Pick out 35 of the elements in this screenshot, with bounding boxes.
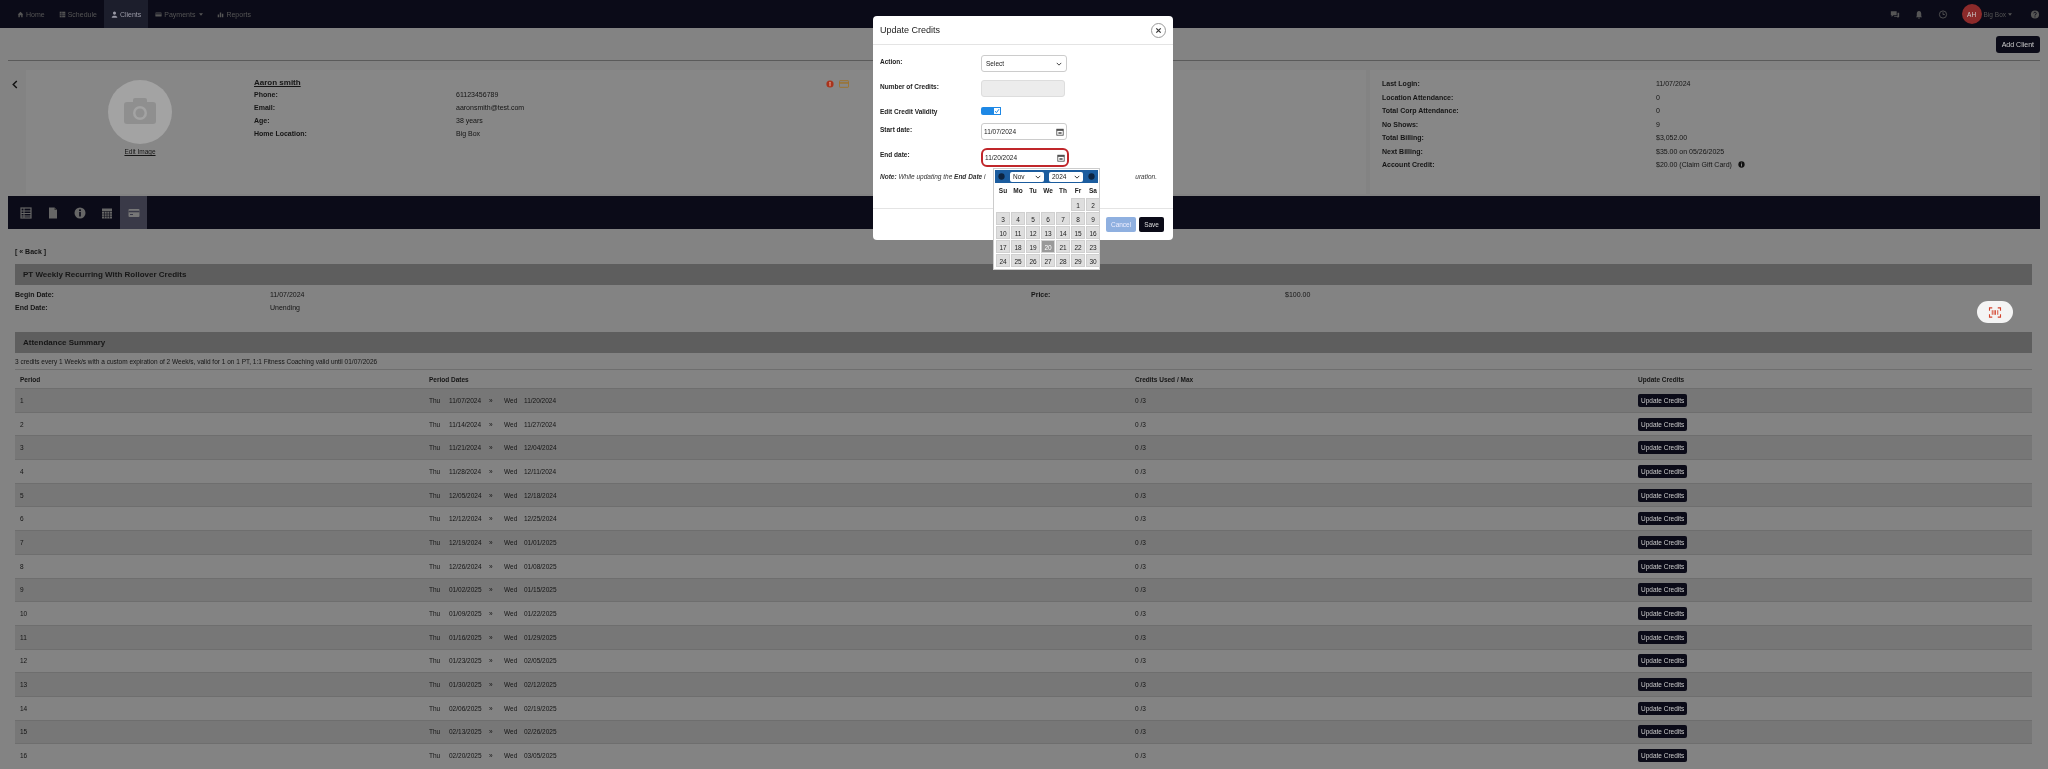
caret-icon (199, 12, 204, 16)
grid-icon (58, 10, 66, 18)
toggle-switch[interactable] (981, 107, 1001, 115)
document-icon (46, 206, 59, 219)
check-icon (994, 108, 1000, 114)
list-icon (19, 206, 32, 219)
calendar-icon (1057, 153, 1065, 162)
chevron-down-icon (1035, 174, 1041, 179)
bar-chart-icon (217, 10, 225, 18)
help-icon[interactable] (2030, 9, 2040, 19)
card-icon (127, 206, 140, 219)
close-icon (1155, 26, 1162, 34)
info-icon[interactable] (1737, 161, 1745, 168)
clock-icon[interactable] (1937, 9, 1948, 19)
calendar-icon (1056, 127, 1064, 136)
close-button[interactable] (1151, 22, 1166, 38)
camera-placeholder-icon (108, 80, 172, 144)
info-icon (73, 206, 86, 219)
floating-button[interactable] (1977, 301, 2013, 323)
alert-icon[interactable] (826, 80, 834, 88)
back-chevron-icon[interactable] (12, 80, 18, 89)
caret-icon (2008, 12, 2012, 16)
section-header: PT Weekly Recurring With Rollover Credits (15, 264, 2032, 285)
chevron-down-icon (1074, 174, 1080, 179)
toolbar-tab[interactable] (120, 196, 147, 229)
calendar-icon (100, 206, 113, 219)
chat-icon[interactable] (1889, 9, 1900, 19)
client-name[interactable]: Aaron smith (254, 78, 826, 87)
section-header: Attendance Summary (15, 332, 2032, 353)
card-icon (155, 10, 163, 18)
house-icon (17, 10, 24, 18)
scan-icon (1988, 306, 2002, 318)
dialog-title: Update Credits (880, 25, 941, 35)
person-icon (110, 10, 118, 18)
chevron-down-icon (1056, 61, 1062, 66)
